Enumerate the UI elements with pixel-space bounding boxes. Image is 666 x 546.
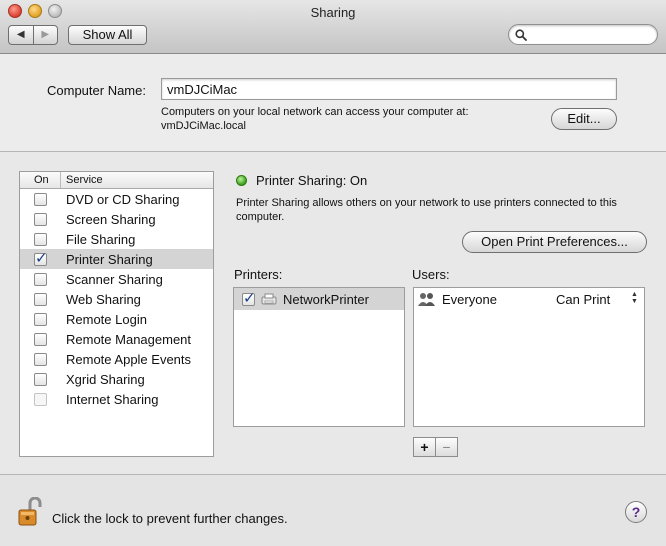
- add-user-button[interactable]: +: [414, 438, 436, 456]
- open-print-preferences-button[interactable]: Open Print Preferences...: [462, 231, 647, 253]
- help-button[interactable]: ?: [625, 501, 647, 523]
- service-checkbox[interactable]: [34, 212, 47, 226]
- printer-icon: [261, 293, 277, 305]
- service-checkbox-cell: [20, 249, 61, 267]
- status-indicator-icon: [236, 175, 247, 186]
- column-header-service[interactable]: Service: [61, 172, 103, 188]
- service-checkbox-cell: [20, 292, 61, 306]
- service-checkbox[interactable]: [34, 249, 48, 267]
- service-status: Printer Sharing: On: [256, 173, 368, 188]
- add-remove-control: + −: [413, 437, 458, 457]
- service-checkbox[interactable]: [34, 192, 47, 206]
- services-table: On Service DVD or CD Sharing Screen Shari…: [19, 171, 214, 457]
- back-forward-control: ◀ ▶: [8, 25, 58, 45]
- service-checkbox[interactable]: [34, 312, 47, 326]
- permission-stepper-icon[interactable]: ▲ ▼: [631, 291, 638, 305]
- service-checkbox[interactable]: [34, 392, 47, 406]
- list-item[interactable]: Everyone Can Print ▲ ▼: [414, 288, 644, 310]
- title-bar: Sharing ◀ ▶ Show All: [0, 0, 666, 54]
- table-row[interactable]: Scanner Sharing: [20, 269, 213, 289]
- service-checkbox-cell: [20, 232, 61, 246]
- users-list: Everyone Can Print ▲ ▼: [413, 287, 645, 427]
- column-header-on[interactable]: On: [20, 172, 61, 188]
- lock-instructions: Click the lock to prevent further change…: [52, 511, 288, 526]
- service-checkbox[interactable]: [34, 232, 47, 246]
- lock-footer: Click the lock to prevent further change…: [0, 474, 666, 546]
- lock-icon[interactable]: [18, 497, 44, 527]
- user-permission[interactable]: Can Print: [556, 292, 610, 307]
- service-checkbox[interactable]: [34, 352, 47, 366]
- table-row[interactable]: Remote Login: [20, 309, 213, 329]
- printers-list: NetworkPrinter: [233, 287, 405, 427]
- service-checkbox-cell: [20, 272, 61, 286]
- table-row[interactable]: File Sharing: [20, 229, 213, 249]
- users-label: Users:: [412, 267, 450, 282]
- service-name: Printer Sharing: [66, 251, 153, 267]
- printer-name: NetworkPrinter: [283, 291, 369, 307]
- table-row[interactable]: Remote Management: [20, 329, 213, 349]
- service-checkbox-cell: [20, 352, 61, 366]
- service-checkbox-cell: [20, 212, 61, 226]
- table-row[interactable]: Printer Sharing: [20, 249, 213, 269]
- service-name: Remote Login: [66, 311, 147, 327]
- list-item[interactable]: NetworkPrinter: [234, 288, 404, 310]
- back-button[interactable]: ◀: [9, 26, 34, 44]
- search-input[interactable]: [508, 24, 658, 45]
- service-checkbox[interactable]: [34, 272, 47, 286]
- table-row[interactable]: Internet Sharing: [20, 389, 213, 409]
- service-name: Screen Sharing: [66, 211, 156, 227]
- service-name: Remote Apple Events: [66, 351, 192, 367]
- search-icon: [515, 29, 527, 41]
- forward-button[interactable]: ▶: [34, 26, 58, 44]
- service-checkbox-cell: [20, 312, 61, 326]
- service-name: Scanner Sharing: [66, 271, 163, 287]
- printer-checkbox[interactable]: [242, 289, 256, 307]
- service-checkbox-cell: [20, 192, 61, 206]
- service-name: Internet Sharing: [66, 391, 159, 407]
- service-description: Printer Sharing allows others on your ne…: [236, 197, 617, 223]
- service-name: DVD or CD Sharing: [66, 191, 180, 207]
- local-hostname: vmDJCiMac.local: [161, 120, 246, 132]
- printers-label: Printers:: [234, 267, 283, 282]
- service-checkbox[interactable]: [34, 332, 47, 346]
- network-access-text: Computers on your local network can acce…: [161, 106, 469, 118]
- service-name: Xgrid Sharing: [66, 371, 145, 387]
- window-title: Sharing: [310, 5, 356, 20]
- service-checkbox[interactable]: [34, 372, 47, 386]
- computer-name-section: Computer Name: vmDJCiMac Computers on yo…: [0, 54, 666, 152]
- service-checkbox-cell: [20, 372, 61, 386]
- table-row[interactable]: Screen Sharing: [20, 209, 213, 229]
- table-row[interactable]: DVD or CD Sharing: [20, 189, 213, 209]
- services-table-header: On Service: [20, 172, 213, 189]
- service-name: Remote Management: [66, 331, 192, 347]
- remove-user-button[interactable]: −: [436, 438, 457, 456]
- user-name: Everyone: [442, 291, 497, 307]
- service-name: File Sharing: [66, 231, 136, 247]
- computer-name-field[interactable]: vmDJCiMac: [161, 78, 617, 100]
- sharing-main-section: On Service DVD or CD Sharing Screen Shari…: [0, 153, 666, 474]
- computer-name-label: Computer Name:: [47, 83, 146, 98]
- show-all-button[interactable]: Show All: [68, 25, 147, 45]
- table-row[interactable]: Xgrid Sharing: [20, 369, 213, 389]
- table-row[interactable]: Web Sharing: [20, 289, 213, 309]
- group-icon: [418, 292, 435, 306]
- service-name: Web Sharing: [66, 291, 141, 307]
- service-checkbox-cell: [20, 392, 61, 406]
- edit-button[interactable]: Edit...: [551, 108, 617, 130]
- service-checkbox-cell: [20, 332, 61, 346]
- table-row[interactable]: Remote Apple Events: [20, 349, 213, 369]
- service-checkbox[interactable]: [34, 292, 47, 306]
